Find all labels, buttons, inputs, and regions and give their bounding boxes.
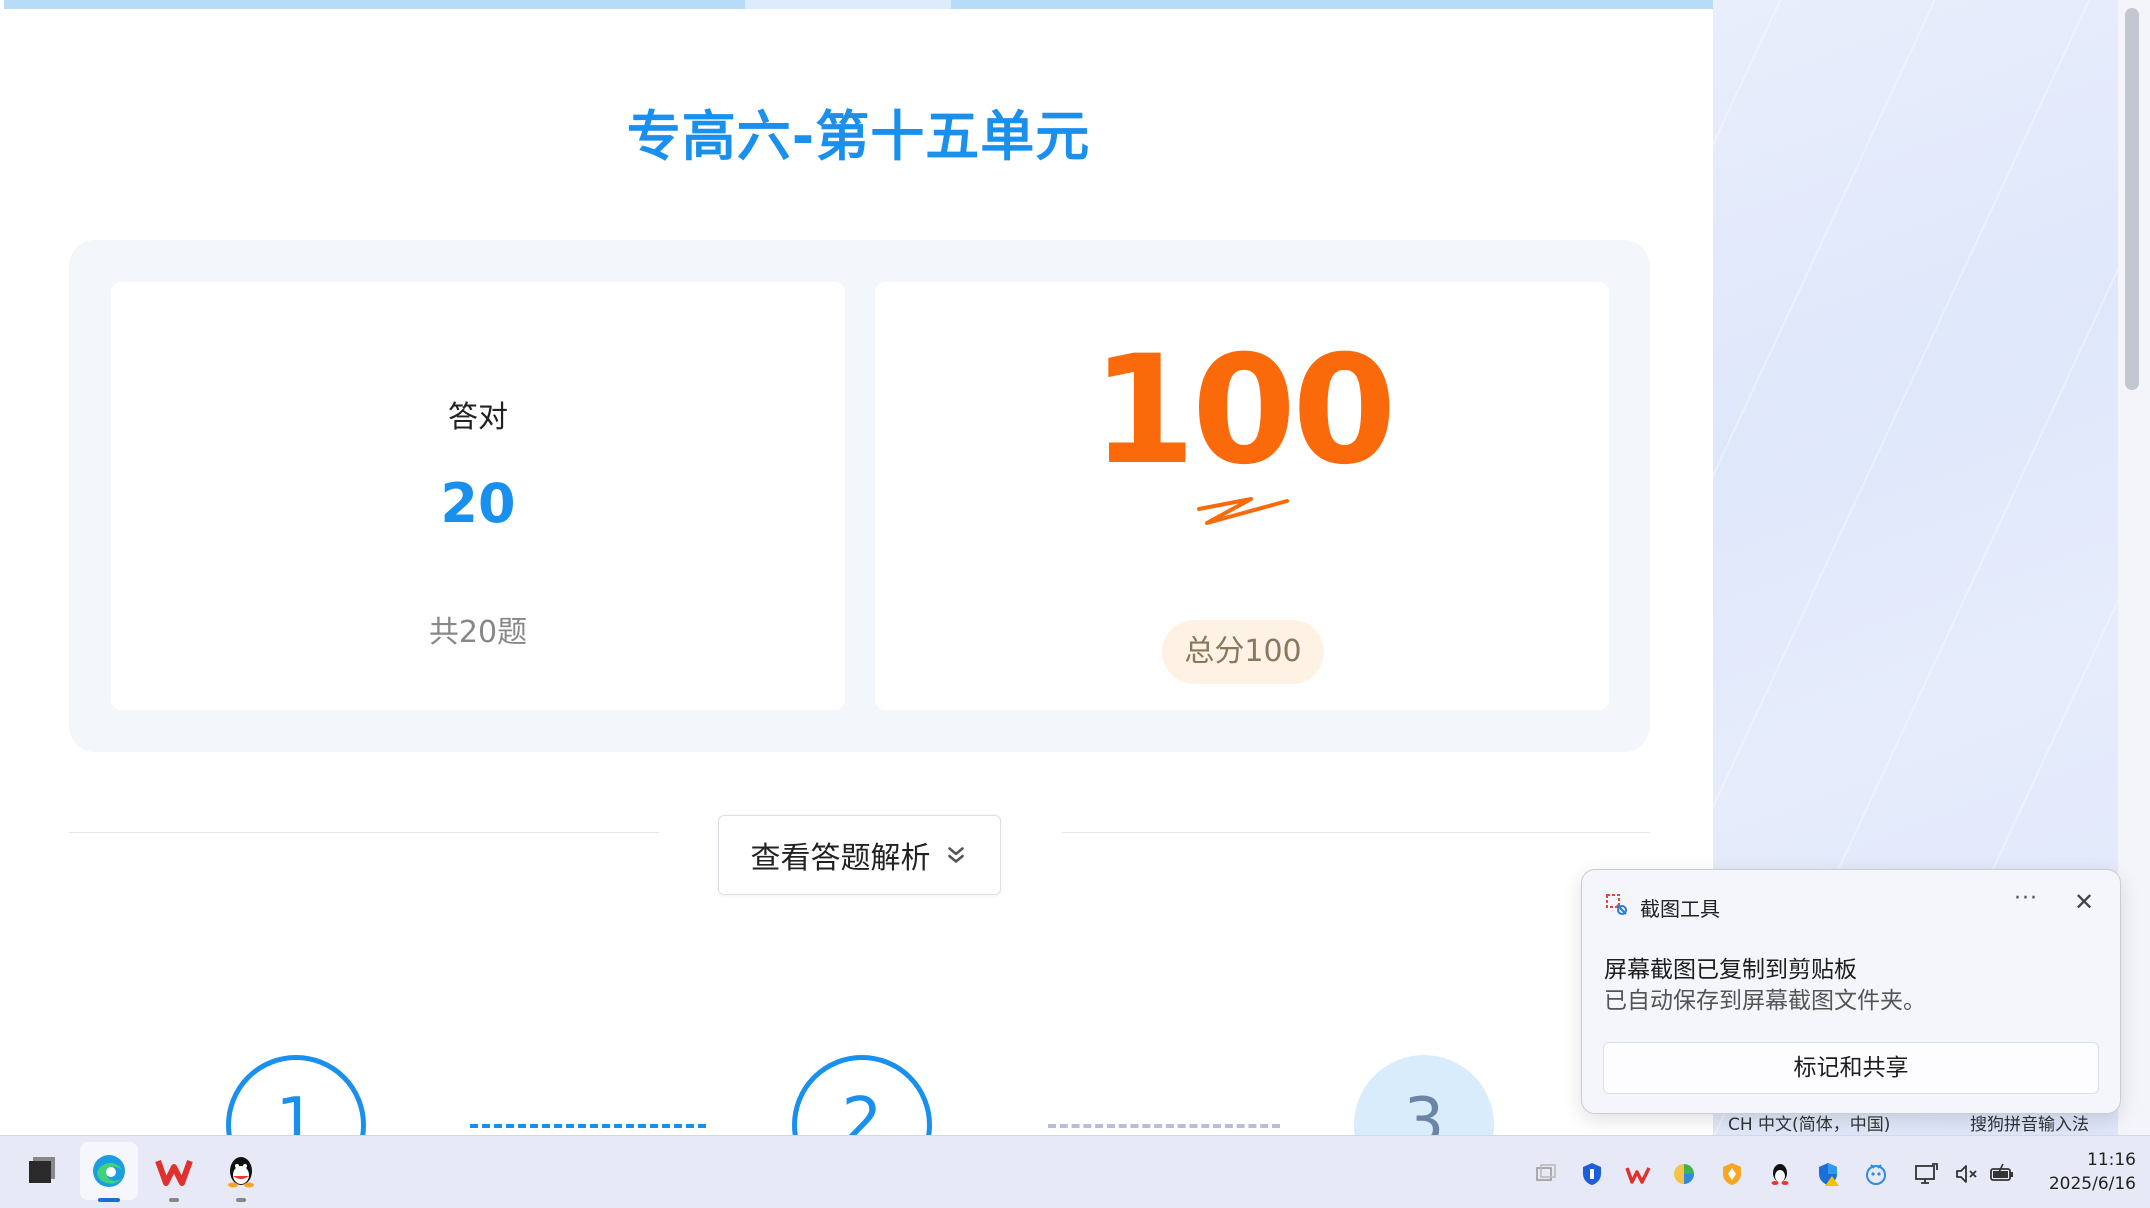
clock-time: 11:16 <box>2087 1150 2136 1170</box>
divider-right <box>1062 832 1650 833</box>
wps-tray-icon[interactable] <box>1624 1160 1652 1188</box>
security-shield-blue-icon[interactable] <box>1578 1160 1606 1188</box>
more-options-icon[interactable]: ··· <box>2008 884 2044 920</box>
score-value: 100 <box>1091 324 1396 498</box>
step-connector-2 <box>1048 1124 1280 1128</box>
qq-tray-icon[interactable] <box>1766 1160 1794 1188</box>
speaker-muted-icon[interactable] <box>1952 1160 1980 1188</box>
edge-icon <box>93 1155 125 1187</box>
score-card: 100 总分100 <box>875 282 1609 710</box>
snipping-tool-notification: 截图工具 ··· ✕ 屏幕截图已复制到剪贴板 已自动保存到屏幕截图文件夹。 标记… <box>1581 869 2121 1114</box>
colorful-app-icon[interactable] <box>1670 1160 1698 1188</box>
notification-title: 屏幕截图已复制到剪贴板 <box>1604 957 1857 983</box>
total-score-badge: 总分100 <box>1162 620 1324 684</box>
top-banner-strip <box>4 0 1713 9</box>
correct-label: 答对 <box>448 400 508 435</box>
notification-app-name: 截图工具 <box>1640 897 1720 921</box>
view-analysis-label: 查看答题解析 <box>750 841 931 876</box>
correct-card: 答对 20 共20题 <box>111 282 845 710</box>
double-chevron-down-icon <box>947 847 964 863</box>
security-shield-orange-icon[interactable] <box>1718 1160 1746 1188</box>
battery-charging-icon[interactable] <box>1988 1160 2016 1188</box>
task-view-icon[interactable] <box>1532 1160 1560 1188</box>
file-explorer-icon <box>29 1157 55 1183</box>
edge-button[interactable] <box>80 1142 138 1202</box>
step-2[interactable]: 2 <box>792 1055 932 1135</box>
result-panel: 答对 20 共20题 100 总分100 <box>69 240 1650 752</box>
score-underline-icon <box>1197 497 1289 525</box>
browser-page: 专高六-第十五单元 答对 20 共20题 100 总分100 查看答题解析 1 … <box>4 0 1713 1135</box>
windows-security-icon[interactable] <box>1814 1160 1842 1188</box>
step-3[interactable]: 3 <box>1354 1055 1494 1135</box>
qq-button[interactable] <box>212 1142 270 1202</box>
taskbar: 11:16 2025/6/16 <box>0 1135 2150 1208</box>
step-1[interactable]: 1 <box>226 1055 366 1135</box>
qq-icon <box>228 1157 254 1188</box>
file-explorer-button[interactable] <box>12 1142 70 1200</box>
wps-button[interactable] <box>145 1142 203 1202</box>
divider-left <box>69 832 659 833</box>
scrollbar-thumb[interactable] <box>2125 8 2139 390</box>
network-icon[interactable] <box>1912 1160 1940 1188</box>
snipping-tool-icon <box>1606 894 1627 915</box>
close-icon[interactable]: ✕ <box>2066 884 2102 920</box>
clock-date: 2025/6/16 <box>2048 1174 2136 1194</box>
step-connector-1 <box>470 1124 706 1128</box>
wps-icon <box>155 1159 193 1186</box>
total-questions: 共20题 <box>428 615 528 650</box>
system-clock[interactable]: 11:16 2025/6/16 <box>2036 1148 2136 1196</box>
correct-count: 20 <box>440 472 516 535</box>
bluetooth-robot-icon[interactable] <box>1862 1160 1890 1188</box>
view-analysis-button[interactable]: 查看答题解析 <box>718 815 1001 895</box>
notification-body: 已自动保存到屏幕截图文件夹。 <box>1604 988 1926 1014</box>
page-title: 专高六-第十五单元 <box>626 105 1091 168</box>
mark-and-share-button[interactable]: 标记和共享 <box>1603 1042 2099 1094</box>
